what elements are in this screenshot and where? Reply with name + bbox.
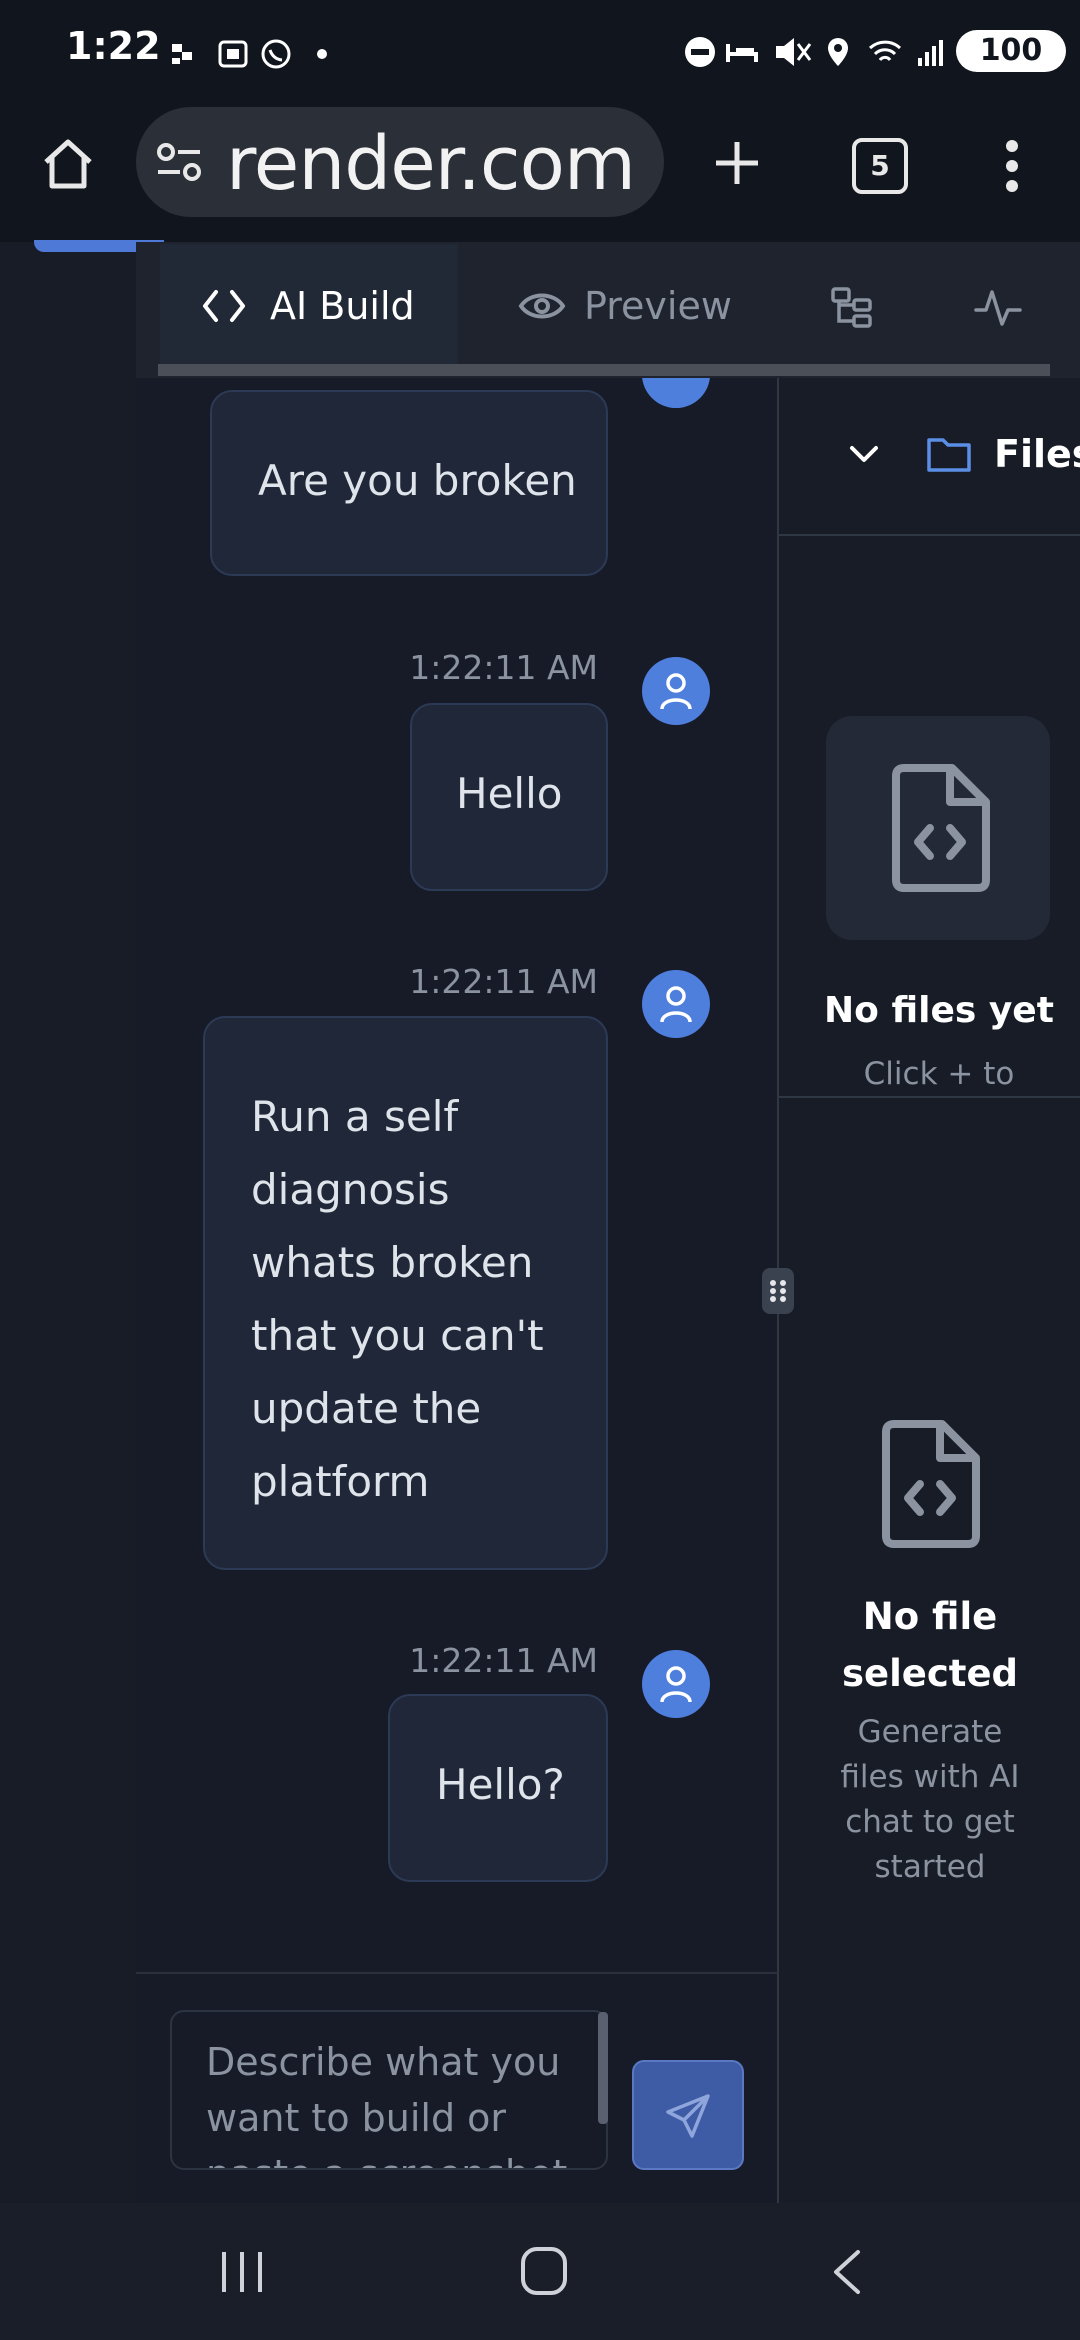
message-timestamp: 1:22:11 AM xyxy=(409,1641,598,1680)
empty-files-icon-box xyxy=(826,716,1050,940)
user-avatar xyxy=(642,970,710,1038)
app-left-gutter xyxy=(0,242,136,2202)
user-avatar-partial xyxy=(642,378,710,408)
send-icon xyxy=(664,2092,712,2140)
user-icon xyxy=(658,671,694,711)
code-icon xyxy=(202,288,246,324)
recents-icon[interactable] xyxy=(218,2250,266,2294)
message-bubble: Run a self diagnosis whats broken that y… xyxy=(203,1016,608,1570)
message-timestamp: 1:22:11 AM xyxy=(409,648,598,687)
chevron-down-icon[interactable] xyxy=(848,442,880,466)
no-file-selected-title: No file selected xyxy=(841,1595,1019,1695)
prompt-scrollbar[interactable] xyxy=(598,2012,608,2124)
tabs-scrollbar-thumb[interactable] xyxy=(158,364,1050,376)
eye-icon xyxy=(518,288,566,324)
message-text: Hello? xyxy=(436,1760,565,1809)
site-settings-icon[interactable] xyxy=(156,141,202,183)
message-bubble: Hello xyxy=(410,703,608,891)
files-panel-title: Files xyxy=(994,432,1080,476)
home-nav-icon[interactable] xyxy=(520,2246,568,2296)
tree-icon[interactable] xyxy=(830,286,874,330)
user-icon xyxy=(658,984,694,1024)
address-bar[interactable]: render.com xyxy=(136,107,664,217)
message-timestamp: 1:22:11 AM xyxy=(409,962,598,1001)
message-text: Are you broken xyxy=(258,456,577,505)
send-button[interactable] xyxy=(632,2060,744,2170)
user-icon xyxy=(658,1664,694,1704)
empty-files-title: No files yet xyxy=(824,990,1054,1031)
input-divider xyxy=(136,1972,778,1974)
user-avatar xyxy=(642,657,710,725)
tabs-icon[interactable]: 5 xyxy=(852,138,908,194)
file-code-icon xyxy=(876,1420,984,1548)
files-panel xyxy=(779,378,1080,2203)
system-status-icons xyxy=(680,34,950,70)
battery-indicator: 100 xyxy=(956,30,1066,72)
folder-icon xyxy=(926,434,972,474)
no-file-selected-hint: Generate files with AI chat to get start… xyxy=(840,1714,1020,1885)
url-text: render.com xyxy=(226,121,636,207)
drag-handle-icon[interactable] xyxy=(762,1268,794,1314)
empty-files-hint: Click + to xyxy=(863,1056,1015,1092)
message-text: Run a self diagnosis whats broken that y… xyxy=(251,1092,544,1506)
prompt-placeholder: Describe what you want to build or paste… xyxy=(206,2040,567,2168)
files-header-divider xyxy=(779,534,1080,536)
tab-ai-build-bg: AI Build xyxy=(160,244,458,372)
more-icon[interactable] xyxy=(1000,138,1024,194)
new-tab-icon[interactable] xyxy=(712,138,762,188)
message-text: Hello xyxy=(456,769,563,818)
file-code-icon xyxy=(888,764,992,892)
tab-preview-label: Preview xyxy=(584,284,732,328)
home-icon[interactable] xyxy=(40,136,96,192)
tab-ai-build-label: AI Build xyxy=(270,284,415,328)
user-avatar xyxy=(642,1650,710,1718)
files-section-divider xyxy=(779,1096,1080,1098)
message-bubble: Are you broken xyxy=(210,390,608,576)
notification-icons xyxy=(170,38,340,70)
status-time: 1:22 xyxy=(66,24,161,68)
activity-icon[interactable] xyxy=(974,286,1022,330)
message-bubble: Hello? xyxy=(388,1694,608,1882)
back-icon[interactable] xyxy=(828,2248,864,2296)
prompt-input[interactable]: Describe what you want to build or paste… xyxy=(170,2010,608,2170)
